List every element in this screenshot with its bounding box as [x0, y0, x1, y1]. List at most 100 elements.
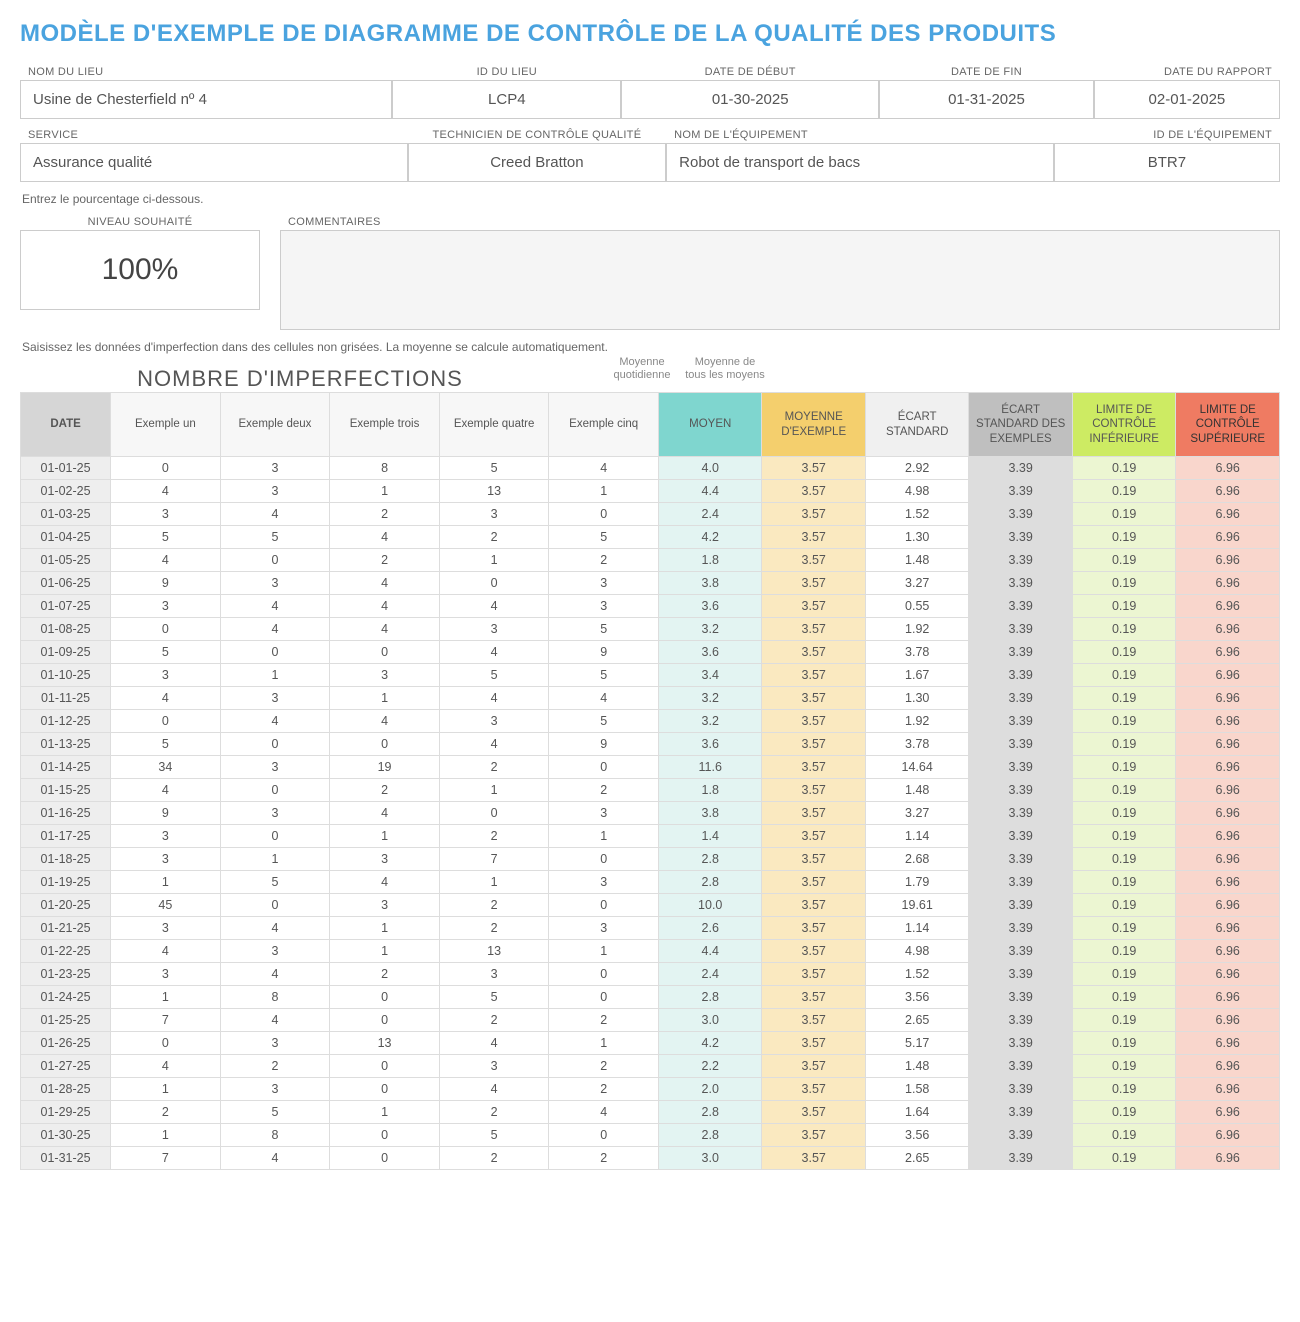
cell-sample[interactable]: 4: [549, 687, 659, 710]
cell-sample[interactable]: 2: [549, 1147, 659, 1170]
cell-sample[interactable]: 1: [111, 986, 221, 1009]
cell-sample[interactable]: 13: [439, 940, 549, 963]
cell-sample[interactable]: 0: [330, 1078, 440, 1101]
cell-sample[interactable]: 3: [549, 595, 659, 618]
cell-sample[interactable]: 0: [549, 963, 659, 986]
desired-level-field[interactable]: 100%: [20, 230, 260, 310]
cell-sample[interactable]: 3: [439, 503, 549, 526]
technician-field[interactable]: Creed Bratton: [408, 143, 666, 182]
cell-sample[interactable]: 3: [220, 480, 330, 503]
cell-sample[interactable]: 4: [111, 549, 221, 572]
cell-sample[interactable]: 4: [220, 618, 330, 641]
cell-sample[interactable]: 4: [220, 503, 330, 526]
cell-sample[interactable]: 5: [220, 871, 330, 894]
report-date-field[interactable]: 02-01-2025: [1094, 80, 1280, 119]
cell-sample[interactable]: 4: [439, 733, 549, 756]
cell-sample[interactable]: 7: [111, 1147, 221, 1170]
cell-sample[interactable]: 4: [439, 641, 549, 664]
cell-sample[interactable]: 3: [549, 871, 659, 894]
cell-sample[interactable]: 0: [549, 848, 659, 871]
cell-sample[interactable]: 1: [549, 1032, 659, 1055]
cell-sample[interactable]: 3: [439, 618, 549, 641]
cell-sample[interactable]: 3: [330, 664, 440, 687]
cell-sample[interactable]: 5: [220, 526, 330, 549]
cell-sample[interactable]: 4: [330, 526, 440, 549]
cell-sample[interactable]: 4: [111, 940, 221, 963]
cell-sample[interactable]: 4: [220, 1147, 330, 1170]
cell-sample[interactable]: 1: [330, 480, 440, 503]
cell-sample[interactable]: 4: [220, 963, 330, 986]
cell-sample[interactable]: 1: [330, 1101, 440, 1124]
cell-sample[interactable]: 4: [220, 595, 330, 618]
cell-sample[interactable]: 3: [439, 710, 549, 733]
cell-sample[interactable]: 1: [439, 871, 549, 894]
cell-sample[interactable]: 13: [330, 1032, 440, 1055]
cell-sample[interactable]: 7: [111, 1009, 221, 1032]
cell-sample[interactable]: 9: [549, 641, 659, 664]
cell-sample[interactable]: 3: [439, 1055, 549, 1078]
cell-sample[interactable]: 3: [220, 756, 330, 779]
cell-sample[interactable]: 3: [439, 963, 549, 986]
cell-sample[interactable]: 1: [330, 940, 440, 963]
cell-sample[interactable]: 0: [439, 572, 549, 595]
cell-sample[interactable]: 3: [549, 802, 659, 825]
cell-sample[interactable]: 1: [330, 917, 440, 940]
cell-sample[interactable]: 4: [549, 457, 659, 480]
cell-sample[interactable]: 1: [549, 940, 659, 963]
cell-sample[interactable]: 3: [111, 825, 221, 848]
cell-sample[interactable]: 3: [111, 503, 221, 526]
cell-sample[interactable]: 4: [111, 480, 221, 503]
cell-sample[interactable]: 8: [220, 986, 330, 1009]
cell-sample[interactable]: 4: [330, 710, 440, 733]
cell-sample[interactable]: 0: [330, 1009, 440, 1032]
cell-sample[interactable]: 4: [111, 1055, 221, 1078]
cell-sample[interactable]: 4: [439, 595, 549, 618]
cell-sample[interactable]: 3: [330, 848, 440, 871]
cell-sample[interactable]: 3: [330, 894, 440, 917]
cell-sample[interactable]: 3: [111, 848, 221, 871]
cell-sample[interactable]: 5: [439, 664, 549, 687]
equipment-id-field[interactable]: BTR7: [1054, 143, 1280, 182]
cell-sample[interactable]: 4: [111, 687, 221, 710]
cell-sample[interactable]: 0: [549, 1124, 659, 1147]
cell-sample[interactable]: 4: [330, 802, 440, 825]
service-field[interactable]: Assurance qualité: [20, 143, 408, 182]
cell-sample[interactable]: 2: [439, 894, 549, 917]
cell-sample[interactable]: 5: [549, 710, 659, 733]
cell-sample[interactable]: 4: [220, 917, 330, 940]
cell-sample[interactable]: 1: [111, 871, 221, 894]
cell-sample[interactable]: 2: [439, 756, 549, 779]
cell-sample[interactable]: 1: [330, 825, 440, 848]
cell-sample[interactable]: 0: [549, 894, 659, 917]
cell-sample[interactable]: 2: [439, 825, 549, 848]
cell-sample[interactable]: 4: [439, 687, 549, 710]
cell-sample[interactable]: 2: [111, 1101, 221, 1124]
cell-sample[interactable]: 0: [111, 1032, 221, 1055]
cell-sample[interactable]: 2: [330, 549, 440, 572]
cell-sample[interactable]: 3: [549, 572, 659, 595]
cell-sample[interactable]: 4: [111, 779, 221, 802]
cell-sample[interactable]: 0: [549, 503, 659, 526]
cell-sample[interactable]: 1: [439, 779, 549, 802]
cell-sample[interactable]: 4: [549, 1101, 659, 1124]
cell-sample[interactable]: 8: [330, 457, 440, 480]
cell-sample[interactable]: 2: [330, 779, 440, 802]
cell-sample[interactable]: 2: [330, 963, 440, 986]
cell-sample[interactable]: 3: [220, 687, 330, 710]
cell-sample[interactable]: 5: [439, 1124, 549, 1147]
cell-sample[interactable]: 0: [439, 802, 549, 825]
cell-sample[interactable]: 0: [220, 733, 330, 756]
cell-sample[interactable]: 5: [549, 664, 659, 687]
cell-sample[interactable]: 4: [330, 618, 440, 641]
cell-sample[interactable]: 0: [220, 549, 330, 572]
cell-sample[interactable]: 1: [330, 687, 440, 710]
cell-sample[interactable]: 3: [549, 917, 659, 940]
cell-sample[interactable]: 4: [330, 871, 440, 894]
cell-sample[interactable]: 4: [220, 710, 330, 733]
cell-sample[interactable]: 13: [439, 480, 549, 503]
cell-sample[interactable]: 45: [111, 894, 221, 917]
cell-sample[interactable]: 9: [111, 802, 221, 825]
cell-sample[interactable]: 1: [549, 480, 659, 503]
cell-sample[interactable]: 5: [439, 986, 549, 1009]
cell-sample[interactable]: 4: [330, 595, 440, 618]
